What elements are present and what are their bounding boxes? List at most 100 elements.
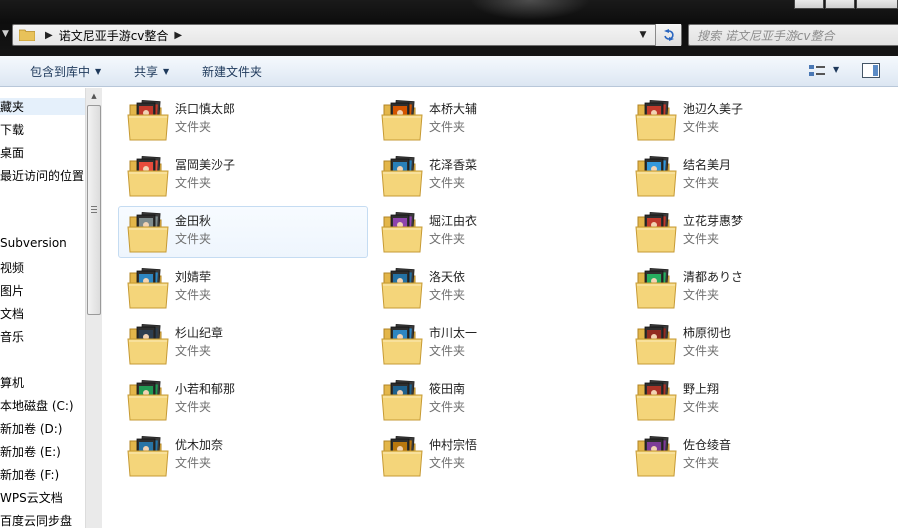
address-bar[interactable]: ▶ 诺文尼亚手游cv整合 ▶ ▼ bbox=[12, 24, 682, 46]
folder-name: 池辺久美子 bbox=[683, 102, 744, 116]
titlebar-glow bbox=[470, 0, 590, 20]
folder-item[interactable]: 堀江由衣 文件夹 bbox=[372, 206, 622, 258]
change-view-icon[interactable] bbox=[808, 63, 826, 79]
folder-item[interactable]: 市川太一 文件夹 bbox=[372, 318, 622, 370]
folder-name: 杉山纪章 bbox=[175, 326, 224, 340]
share-label: 共享 bbox=[134, 65, 159, 79]
nav-item[interactable]: 百度云同步盘 bbox=[0, 512, 85, 528]
folder-item[interactable]: 仲村宗悟 文件夹 bbox=[372, 430, 622, 482]
navigation-scrollbar[interactable]: ▲ bbox=[85, 88, 102, 528]
folder-item[interactable]: 花泽香菜 文件夹 bbox=[372, 150, 622, 202]
folder-name: 筱田南 bbox=[429, 382, 466, 396]
folder-item[interactable]: 野上翔 文件夹 bbox=[626, 374, 876, 426]
breadcrumb-separator-icon[interactable]: ▶ bbox=[45, 30, 53, 41]
folder-item[interactable]: 立花芽惠梦 文件夹 bbox=[626, 206, 876, 258]
nav-item[interactable]: 最近访问的位置 bbox=[0, 167, 85, 184]
folder-icon bbox=[127, 323, 169, 365]
folder-icon bbox=[381, 99, 423, 141]
folder-item[interactable]: 结名美月 文件夹 bbox=[626, 150, 876, 202]
folder-item[interactable]: 浜口慎太郎 文件夹 bbox=[118, 94, 368, 146]
folder-icon bbox=[127, 155, 169, 197]
nav-item[interactable]: 算机 bbox=[0, 374, 85, 391]
close-button[interactable] bbox=[856, 0, 898, 9]
nav-item[interactable]: 桌面 bbox=[0, 144, 85, 161]
include-in-library-button[interactable]: 包含到库中 ▼ bbox=[30, 63, 101, 80]
scroll-thumb[interactable] bbox=[87, 105, 101, 315]
folder-name: 优木加奈 bbox=[175, 438, 224, 452]
folder-item[interactable]: 本桥大辅 文件夹 bbox=[372, 94, 622, 146]
folder-type: 文件夹 bbox=[429, 288, 466, 302]
refresh-button[interactable] bbox=[655, 24, 681, 46]
folder-type: 文件夹 bbox=[175, 232, 212, 246]
maximize-button[interactable] bbox=[825, 0, 855, 9]
folder-icon bbox=[635, 267, 677, 309]
folder-name: 金田秋 bbox=[175, 214, 212, 228]
folder-item[interactable]: 刘婧荦 文件夹 bbox=[118, 262, 368, 314]
minimize-button[interactable] bbox=[794, 0, 824, 9]
folder-type: 文件夹 bbox=[683, 344, 720, 358]
new-folder-button[interactable]: 新建文件夹 bbox=[202, 63, 262, 80]
folder-item[interactable]: 杉山纪章 文件夹 bbox=[118, 318, 368, 370]
address-history-dropdown-icon[interactable]: ▼ bbox=[635, 25, 651, 45]
share-button[interactable]: 共享 ▼ bbox=[134, 63, 169, 80]
new-folder-label: 新建文件夹 bbox=[202, 65, 263, 79]
folder-icon bbox=[635, 99, 677, 141]
nav-item[interactable]: 新加卷 (D:) bbox=[0, 420, 85, 437]
folder-item[interactable]: 筱田南 文件夹 bbox=[372, 374, 622, 426]
folder-icon bbox=[19, 29, 35, 41]
folder-icon bbox=[381, 435, 423, 477]
nav-item[interactable]: 文档 bbox=[0, 305, 85, 322]
recent-locations-icon[interactable]: ▼ bbox=[2, 28, 12, 40]
folder-type: 文件夹 bbox=[175, 400, 212, 414]
refresh-icon bbox=[663, 29, 674, 41]
folder-item[interactable]: 洛天依 文件夹 bbox=[372, 262, 622, 314]
folder-item[interactable]: 柿原彻也 文件夹 bbox=[626, 318, 876, 370]
breadcrumb-current[interactable]: 诺文尼亚手游cv整合 bbox=[59, 27, 169, 44]
folder-name: 结名美月 bbox=[683, 158, 732, 172]
folder-type: 文件夹 bbox=[175, 120, 212, 134]
nav-item[interactable]: 视频 bbox=[0, 259, 85, 276]
folder-icon bbox=[381, 323, 423, 365]
folder-icon bbox=[127, 267, 169, 309]
folder-name: 花泽香菜 bbox=[429, 158, 478, 172]
nav-item[interactable]: 新加卷 (F:) bbox=[0, 466, 85, 483]
include-in-library-label: 包含到库中 bbox=[30, 65, 91, 79]
scroll-up-icon[interactable]: ▲ bbox=[86, 88, 102, 104]
folder-type: 文件夹 bbox=[429, 400, 466, 414]
nav-item[interactable]: WPS云文档 bbox=[0, 489, 85, 506]
folder-item[interactable]: 金田秋 文件夹 bbox=[118, 206, 368, 258]
nav-item[interactable]: 下载 bbox=[0, 121, 85, 138]
preview-pane-icon[interactable] bbox=[862, 63, 880, 78]
folder-type: 文件夹 bbox=[429, 176, 466, 190]
view-options-chevron-icon[interactable]: ▼ bbox=[833, 65, 839, 74]
folder-icon bbox=[381, 211, 423, 253]
folder-item[interactable]: 清都ありさ 文件夹 bbox=[626, 262, 876, 314]
folder-item[interactable]: 优木加奈 文件夹 bbox=[118, 430, 368, 482]
folder-item[interactable]: 佐仓绫音 文件夹 bbox=[626, 430, 876, 482]
folder-type: 文件夹 bbox=[175, 456, 212, 470]
folder-name: 洛天依 bbox=[429, 270, 466, 284]
folder-icon bbox=[635, 155, 677, 197]
search-input[interactable]: 搜索 诺文尼亚手游cv整合 bbox=[688, 24, 898, 46]
nav-item[interactable]: 本地磁盘 (C:) bbox=[0, 397, 85, 414]
folder-type: 文件夹 bbox=[429, 232, 466, 246]
folder-item[interactable]: 小若和郁那 文件夹 bbox=[118, 374, 368, 426]
folder-name: 浜口慎太郎 bbox=[175, 102, 236, 116]
folder-type: 文件夹 bbox=[683, 456, 720, 470]
nav-item[interactable]: 藏夹 bbox=[0, 98, 85, 115]
chevron-down-icon: ▼ bbox=[163, 67, 170, 76]
folder-name: 清都ありさ bbox=[683, 270, 744, 284]
nav-item[interactable]: 图片 bbox=[0, 282, 85, 299]
folder-item[interactable]: 冨岡美沙子 文件夹 bbox=[118, 150, 368, 202]
folder-type: 文件夹 bbox=[683, 176, 720, 190]
breadcrumb-separator-icon[interactable]: ▶ bbox=[174, 30, 182, 41]
folder-type: 文件夹 bbox=[683, 232, 720, 246]
nav-item[interactable]: 音乐 bbox=[0, 328, 85, 345]
folder-icon bbox=[381, 155, 423, 197]
nav-item[interactable]: Subversion bbox=[0, 236, 85, 250]
nav-item[interactable]: 新加卷 (E:) bbox=[0, 443, 85, 460]
folder-item[interactable]: 池辺久美子 文件夹 bbox=[626, 94, 876, 146]
folder-type: 文件夹 bbox=[175, 288, 212, 302]
folder-type: 文件夹 bbox=[683, 400, 720, 414]
folder-type: 文件夹 bbox=[429, 456, 466, 470]
